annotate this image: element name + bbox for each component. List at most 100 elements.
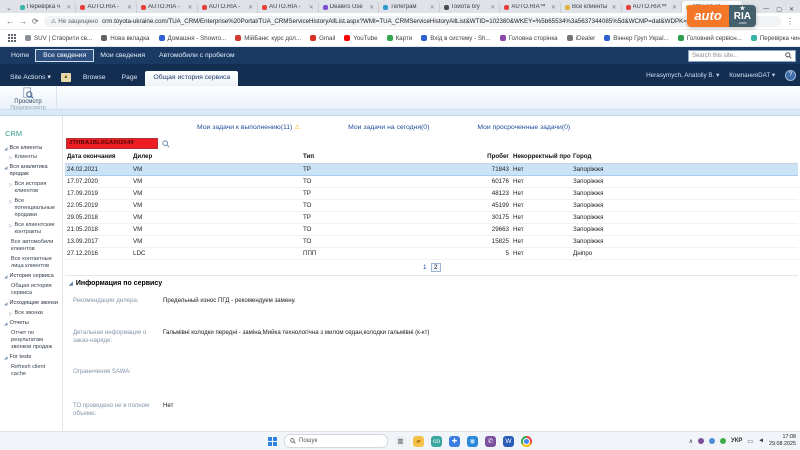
snipping-tool-icon[interactable]: ✚ — [449, 436, 460, 447]
top-nav-item[interactable]: Автомобили с пробегом — [152, 50, 242, 61]
office-word-icon[interactable]: W — [503, 436, 514, 447]
site-actions-menu[interactable]: Site Actions ▾ — [4, 70, 57, 86]
task-view-icon[interactable]: ▥ — [395, 436, 406, 447]
close-button[interactable]: ✕ — [789, 6, 794, 13]
sidebar-item[interactable]: Все автомобили клиентов — [0, 238, 62, 255]
camera-app-icon[interactable]: co — [431, 436, 442, 447]
bookmark-item[interactable]: SUV | Створити св... — [25, 35, 92, 42]
ribbon-tab[interactable]: Page — [114, 71, 146, 86]
sidebar-item[interactable]: ▷ Все клиентские контракты — [0, 221, 62, 238]
page-number[interactable]: 1 — [423, 264, 427, 271]
sidebar-item[interactable]: ▷ Клиенты — [0, 153, 62, 163]
col-header-mileage[interactable]: Пробег — [483, 150, 511, 164]
sidebar-item[interactable]: ▷ Вся история клиентов — [0, 180, 62, 197]
bookmark-item[interactable]: Перевірка чиннос... — [751, 35, 800, 42]
tab-close-icon[interactable]: ✕ — [369, 4, 374, 11]
tab-search-dropdown-icon[interactable]: ⌄ — [2, 4, 16, 13]
chrome-icon[interactable] — [521, 436, 532, 447]
col-header-type[interactable]: Тип — [301, 150, 483, 164]
table-row[interactable]: 17.07.2020 VM ТО 60176 Нет Запоріжжя — [65, 176, 798, 188]
ribbon-tab-active[interactable]: Общая история сервиса — [145, 71, 238, 86]
table-row[interactable]: 29.05.2018 VM ТР 30175 Нет Запоріжжя — [65, 212, 798, 224]
volume-tray-icon[interactable]: ◄ — [758, 438, 764, 444]
apps-grid-icon[interactable] — [8, 34, 16, 42]
bookmark-item[interactable]: Головна сторінка — [500, 35, 558, 42]
sidebar-item[interactable]: ◢ История сервиса — [0, 272, 62, 282]
tab-close-icon[interactable]: ✕ — [127, 4, 132, 11]
viber-tray-icon[interactable] — [698, 438, 704, 444]
service-info-header[interactable]: ◢ Информация по сервису — [69, 280, 798, 287]
maximize-button[interactable]: ▢ — [776, 6, 782, 13]
bookmark-item[interactable]: МійБанк: курс дол... — [235, 35, 301, 42]
site-search-box[interactable]: Search this site... — [688, 50, 796, 62]
bookmark-item[interactable]: Карти — [387, 35, 413, 42]
sidebar-item[interactable]: ◢ Все клиенты — [0, 143, 62, 153]
company-menu[interactable]: КомпанияDAT ▾ — [729, 72, 775, 79]
tab-close-icon[interactable]: ✕ — [248, 4, 253, 11]
top-nav-item[interactable]: Мои сведения — [93, 50, 152, 61]
taskbar-search[interactable]: Пошук — [284, 434, 388, 448]
edge-browser-icon[interactable]: ◉ — [467, 436, 478, 447]
clock[interactable]: 17:08 29.08.2025 — [769, 434, 796, 448]
sidebar-item[interactable]: ◢ Вся аналитика продаж — [0, 163, 62, 180]
browser-tab[interactable]: Все клиенты ✕ — [561, 1, 622, 13]
bookmark-item[interactable]: Домашня - Showro... — [159, 35, 227, 42]
sidebar-item[interactable]: ◢ Отчеты — [0, 319, 62, 329]
table-row[interactable]: 27.12.2016 LDC ППП 5 Нет Дніпро — [65, 248, 798, 260]
tab-close-icon[interactable]: ✕ — [551, 4, 556, 11]
browser-tab[interactable]: AUTO.RIA™ ✕ — [500, 1, 561, 13]
sidebar-item[interactable]: ◢ For tests — [0, 353, 62, 363]
sidebar-item[interactable]: ▷ Все звонки — [0, 309, 62, 319]
browser-tab[interactable]: AUTO.RIA - ✕ — [137, 1, 198, 13]
task-link[interactable]: Мои задачи на сегодня(0) ⚠ — [348, 123, 429, 131]
task-link[interactable]: Мои просроченные задачи(0) ⚠ — [477, 123, 570, 131]
bookmark-item[interactable]: Gmail — [310, 35, 335, 42]
browser-tab[interactable]: AUTO.RIA - ✕ — [198, 1, 259, 13]
bookmark-item[interactable]: YouTube — [344, 35, 377, 42]
back-icon[interactable]: ← — [6, 17, 14, 26]
top-nav-item[interactable]: Home — [4, 50, 36, 61]
start-button[interactable] — [268, 437, 277, 446]
display-tray-icon[interactable]: ▭ — [747, 438, 753, 445]
table-row[interactable]: 24.02.2021 VM ТР 71843 Нет Запоріжжя — [65, 164, 798, 176]
table-row[interactable]: 13.09.2017 VM ТО 15825 Нет Запоріжжя — [65, 236, 798, 248]
sidebar-item[interactable]: ◢ Исходящие звонки — [0, 299, 62, 309]
tab-close-icon[interactable]: ✕ — [430, 4, 435, 11]
tab-close-icon[interactable]: ✕ — [66, 4, 71, 11]
tab-close-icon[interactable]: ✕ — [309, 4, 314, 11]
table-row[interactable]: 22.05.2019 VM ТО 45199 Нет Запоріжжя — [65, 200, 798, 212]
bookmark-item[interactable]: Головний сервісн... — [678, 35, 742, 42]
navigate-up-icon[interactable]: ▴ — [61, 73, 71, 82]
table-row[interactable]: 17.09.2019 VM ТР 48123 Нет Запоріжжя — [65, 188, 798, 200]
reload-icon[interactable]: ⟳ — [32, 17, 39, 26]
bookmark-item[interactable]: Вхід в систему - Sh... — [421, 35, 490, 42]
view-button[interactable]: Просмотр — [14, 87, 41, 105]
col-header-dealer[interactable]: Дилер — [131, 150, 301, 164]
browser-tab[interactable]: Перевірка ч ✕ — [16, 1, 77, 13]
viber-icon[interactable]: ✆ — [485, 436, 496, 447]
browser-tab[interactable]: AUTO.RIA - ✕ — [76, 1, 137, 13]
col-header-date[interactable]: Дата окончания — [65, 150, 131, 164]
col-header-incorrect[interactable]: Некорректный пробег — [511, 150, 571, 164]
tab-close-icon[interactable]: ✕ — [490, 4, 495, 11]
file-explorer-icon[interactable]: ▰ — [413, 436, 424, 447]
page-number[interactable]: 2 — [431, 263, 442, 272]
sidebar-item[interactable]: Общая история сервиса — [0, 282, 62, 299]
forward-icon[interactable]: → — [19, 17, 27, 26]
minimize-button[interactable]: — — [763, 6, 769, 13]
bookmark-item[interactable]: iDealer — [567, 35, 596, 42]
language-indicator[interactable]: УКР — [731, 438, 742, 444]
tray-chevron-icon[interactable]: ∧ — [689, 438, 693, 445]
browser-tab[interactable]: Телеграм ✕ — [379, 1, 440, 13]
security-chip[interactable]: ⚠ Не защищено — [51, 18, 98, 25]
tab-close-icon[interactable]: ✕ — [611, 4, 616, 11]
bookmark-item[interactable]: Нова вкладка — [101, 35, 149, 42]
task-link[interactable]: Мои задачи к выполнению(11) ⚠ — [197, 123, 300, 131]
browser-tab[interactable]: AUTO.RIA™ ✕ — [622, 1, 683, 13]
vin-search-icon[interactable] — [162, 140, 170, 148]
sidebar-item[interactable]: ▷ Все потенциальные продажи — [0, 197, 62, 221]
user-menu[interactable]: Herasymych, Anatoliy B. ▾ — [646, 72, 719, 79]
sidebar-item[interactable]: Refresh client cache — [0, 363, 62, 380]
browser-tab[interactable]: Тойота б/у ✕ — [440, 1, 501, 13]
tab-close-icon[interactable]: ✕ — [672, 4, 677, 11]
